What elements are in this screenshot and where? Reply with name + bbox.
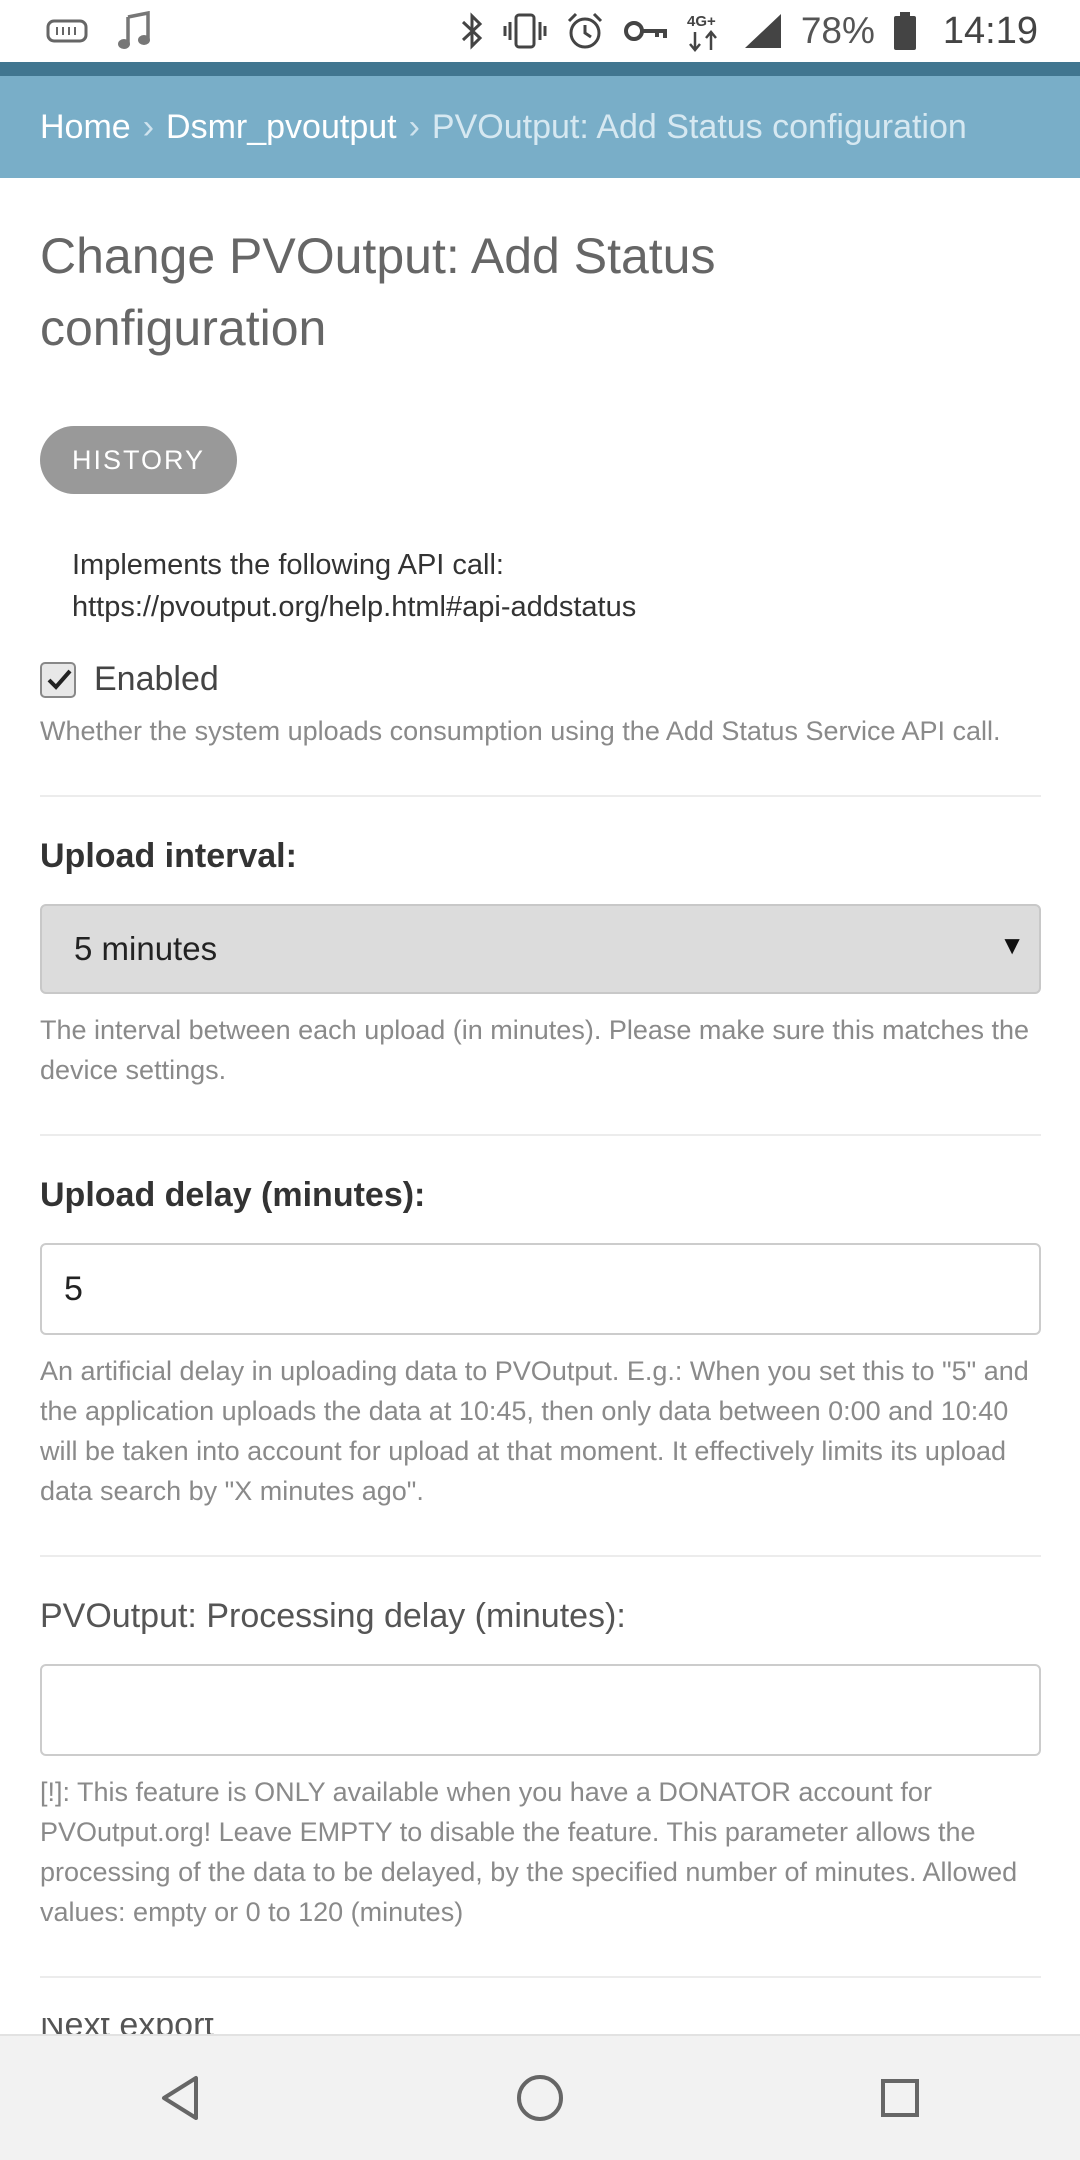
svg-text:4G+: 4G+	[687, 13, 716, 30]
battery-icon	[893, 11, 917, 51]
model-description: Implements the following API call: https…	[72, 544, 1041, 628]
upload-delay-help: An artificial delay in uploading data to…	[40, 1356, 1029, 1506]
divider	[40, 1134, 1041, 1136]
signal-icon	[743, 12, 783, 50]
breadcrumb-home-link[interactable]: Home	[40, 108, 131, 147]
status-bar-left	[46, 11, 152, 51]
upload-interval-select[interactable]: 5 minutes ▼	[40, 904, 1041, 994]
page-title: Change PVOutput: Add Status configuratio…	[40, 228, 716, 356]
header-rule	[0, 62, 1080, 76]
enabled-row: Enabled	[40, 660, 1041, 699]
divider	[40, 1555, 1041, 1557]
main-content: Change PVOutput: Add Status configuratio…	[40, 178, 1041, 1978]
breadcrumb-current: PVOutput: Add Status configuration	[431, 107, 967, 146]
enabled-help: Whether the system uploads consumption u…	[40, 716, 1001, 746]
upload-interval-help: The interval between each upload (in min…	[40, 1015, 1030, 1085]
upload-delay-input[interactable]: 5	[40, 1243, 1041, 1335]
description-text: Implements the following API call:	[72, 549, 504, 581]
back-button[interactable]	[140, 2058, 220, 2138]
vibrate-icon	[503, 12, 547, 50]
breadcrumb-separator: ›	[408, 107, 420, 146]
upload-interval-value: 5 minutes	[74, 930, 218, 967]
next-field-label: Next export	[40, 2018, 214, 2034]
navigation-bar	[0, 2034, 1080, 2160]
battery-percent: 78%	[800, 10, 875, 51]
status-bar: 4G+ 78% 14:19	[0, 0, 1080, 62]
breadcrumb-separator: ›	[142, 107, 155, 146]
enabled-label[interactable]: Enabled	[94, 660, 219, 699]
upload-delay-label: Upload delay (minutes):	[40, 1176, 426, 1214]
processing-delay-label: PVOutput: Processing delay (minutes):	[40, 1597, 626, 1635]
clock: 14:19	[942, 9, 1038, 52]
alarm-icon	[565, 11, 605, 51]
enabled-checkbox[interactable]	[40, 661, 76, 698]
divider	[40, 795, 1041, 797]
processing-delay-input[interactable]	[40, 1664, 1041, 1756]
history-button[interactable]: HISTORY	[40, 426, 238, 494]
description-link: https://pvoutput.org/help.html#api-addst…	[72, 591, 637, 623]
home-circle-icon	[517, 2075, 563, 2121]
upload-interval-label: Upload interval:	[40, 837, 297, 875]
key-icon	[623, 16, 667, 46]
home-button[interactable]	[500, 2058, 580, 2138]
processing-delay-help: [!]: This feature is ONLY available when…	[40, 1777, 1018, 1927]
bluetooth-icon	[459, 12, 485, 50]
divider	[40, 1976, 1041, 1978]
checkmark-icon	[47, 669, 72, 690]
status-bar-right: 4G+ 78% 14:19	[459, 10, 1038, 53]
music-note-icon	[116, 11, 152, 51]
recents-square-icon	[881, 2079, 919, 2117]
breadcrumb-app-link[interactable]: Dsmr_pvoutput	[166, 108, 397, 147]
sd-card-icon	[46, 18, 88, 44]
recents-button[interactable]	[860, 2058, 940, 2138]
dropdown-arrow-icon: ▼	[999, 930, 1025, 960]
breadcrumb: Home › Dsmr_pvoutput › PVOutput: Add Sta…	[0, 76, 1080, 178]
back-triangle-icon	[162, 2076, 198, 2120]
network-icon: 4G+	[685, 10, 725, 52]
